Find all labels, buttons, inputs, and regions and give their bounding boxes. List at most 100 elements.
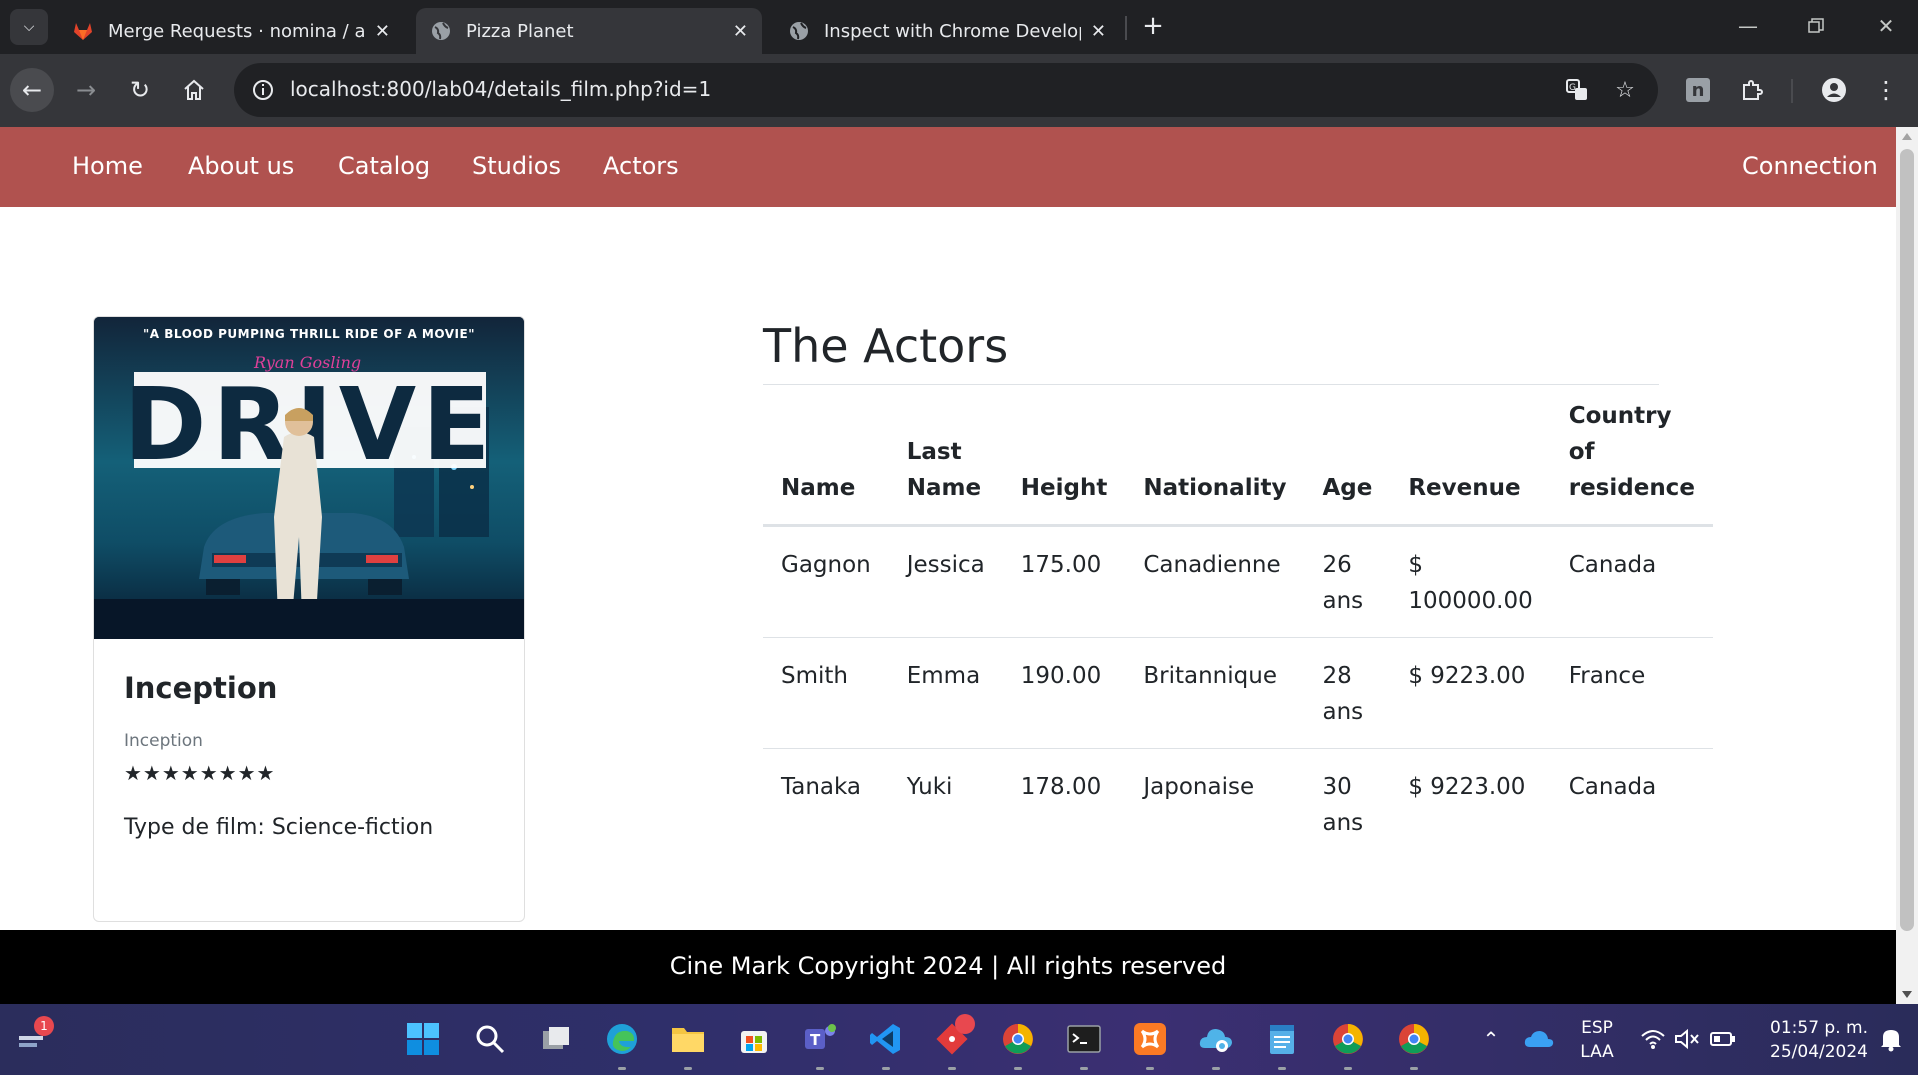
back-button[interactable]: ←: [10, 68, 54, 112]
scroll-up-icon[interactable]: [1902, 133, 1912, 140]
terminal-icon: [1067, 1025, 1101, 1053]
poster-tagline: "A BLOOD PUMPING THRILL RIDE OF A MOVIE": [143, 327, 475, 341]
nav-home[interactable]: Home: [72, 152, 143, 180]
minimize-button[interactable]: —: [1728, 8, 1768, 44]
windows-logo-icon: [407, 1023, 439, 1055]
tab-inspect-devtools[interactable]: Inspect with Chrome Developer ✕: [774, 8, 1120, 54]
col-last-name-line: Last: [906, 439, 962, 465]
page-scrollbar[interactable]: [1896, 127, 1918, 1004]
tab-title: Merge Requests · nomina / ang: [108, 20, 365, 42]
col-age: Age: [1304, 398, 1391, 527]
running-indicator: [1212, 1067, 1220, 1070]
close-icon[interactable]: ✕: [733, 21, 748, 42]
network-tool-app[interactable]: [1195, 1018, 1237, 1070]
poster-actor-name: Ryan Gosling: [254, 353, 362, 372]
tab-title: Inspect with Chrome Developer: [824, 20, 1081, 42]
task-view-icon: [543, 1027, 569, 1049]
task-view-button[interactable]: [535, 1018, 577, 1060]
bookmark-star-icon[interactable]: ☆: [1610, 75, 1640, 105]
site-navbar: Home About us Catalog Studios Actors Con…: [0, 127, 1896, 207]
search-icon: [476, 1025, 505, 1054]
tab-search-button[interactable]: ⌵: [10, 9, 48, 45]
table-row: Gagnon Jessica 175.00 Canadienne 26 ans …: [763, 525, 1713, 638]
restore-button[interactable]: [1796, 8, 1836, 44]
nav-actors[interactable]: Actors: [603, 152, 679, 180]
start-button[interactable]: [402, 1018, 444, 1060]
toolbar-separator: [1791, 79, 1793, 103]
close-window-button[interactable]: ✕: [1866, 8, 1906, 44]
close-icon[interactable]: ✕: [1091, 21, 1106, 42]
new-tab-button[interactable]: +: [1137, 10, 1169, 42]
col-country-line: Country: [1568, 403, 1672, 429]
cell-last-name: Jessica: [888, 525, 1003, 638]
globe-icon: [430, 20, 452, 42]
cell-age-unit: ans: [1322, 699, 1364, 725]
tab-pizza-planet[interactable]: Pizza Planet ✕: [416, 8, 762, 54]
address-bar[interactable]: localhost:800/lab04/details_film.php?id=…: [234, 63, 1658, 117]
site-info-icon[interactable]: [248, 75, 278, 105]
scroll-down-icon[interactable]: [1902, 991, 1912, 998]
nav-connection[interactable]: Connection: [1742, 152, 1878, 180]
cell-age-value: 30: [1322, 774, 1352, 800]
home-button[interactable]: [172, 68, 216, 112]
vscode-app[interactable]: [865, 1018, 907, 1070]
forward-button[interactable]: →: [64, 68, 108, 112]
cell-last-name: Emma: [888, 637, 1003, 749]
chrome-app-2[interactable]: [1327, 1018, 1369, 1070]
store-app[interactable]: [733, 1018, 775, 1060]
profile-icon: [1822, 78, 1846, 102]
translate-icon[interactable]: G: [1562, 75, 1592, 105]
show-hidden-icons-button[interactable]: ⌃: [1470, 1018, 1512, 1060]
url-text[interactable]: localhost:800/lab04/details_film.php?id=…: [290, 77, 711, 101]
reload-button[interactable]: ↻: [118, 68, 162, 112]
scroll-thumb[interactable]: [1900, 149, 1914, 931]
file-explorer-app[interactable]: [667, 1018, 709, 1070]
input-language-line2[interactable]: LAA: [1576, 1042, 1618, 1062]
svg-text:G: G: [1569, 83, 1576, 93]
close-icon[interactable]: ✕: [375, 21, 390, 42]
notifications-button[interactable]: [1870, 1018, 1912, 1060]
battery-button[interactable]: [1702, 1018, 1744, 1060]
browser-toolbar: ← → ↻ localhost:800/lab04/details_film.p…: [0, 54, 1918, 127]
input-language-line1[interactable]: ESP: [1576, 1018, 1618, 1038]
chrome-icon: [1333, 1024, 1363, 1054]
svg-text:T: T: [810, 1031, 821, 1049]
onedrive-icon: [1524, 1031, 1554, 1047]
edge-app[interactable]: [601, 1018, 643, 1070]
onedrive-button[interactable]: [1518, 1018, 1560, 1060]
search-button[interactable]: [469, 1018, 511, 1060]
profile-button[interactable]: [1812, 68, 1856, 112]
extension-n-button[interactable]: n: [1676, 68, 1720, 112]
volume-muted-icon: [1675, 1028, 1699, 1050]
notepad-app[interactable]: [1261, 1018, 1303, 1070]
clock-date[interactable]: 25/04/2024: [1752, 1042, 1868, 1062]
terminal-app[interactable]: [1063, 1018, 1105, 1070]
windows-taskbar: 1 T ⌃ ESP LAA 01:57 p. m. 25/04/2024: [0, 1004, 1918, 1075]
browser-tabstrip: ⌵ Merge Requests · nomina / ang ✕ Pizza …: [0, 0, 1918, 54]
running-indicator: [684, 1067, 692, 1070]
clock-time[interactable]: 01:57 p. m.: [1752, 1018, 1868, 1038]
chrome-app[interactable]: [997, 1018, 1039, 1070]
nav-studios[interactable]: Studios: [472, 152, 561, 180]
xampp-icon: [1134, 1023, 1166, 1055]
extensions-button[interactable]: [1730, 68, 1774, 112]
globe-icon: [788, 20, 810, 42]
chrome-app-3[interactable]: [1393, 1018, 1435, 1070]
battery-icon: [1710, 1032, 1735, 1046]
menu-button[interactable]: ⋮: [1864, 68, 1908, 112]
cell-last-name: Yuki: [906, 774, 953, 800]
cell-revenue: $ 9223.00: [1408, 774, 1526, 800]
git-app[interactable]: [931, 1014, 975, 1070]
tab-separator: [1125, 16, 1127, 40]
nav-catalog[interactable]: Catalog: [338, 152, 430, 180]
nav-about-us[interactable]: About us: [188, 152, 294, 180]
teams-app[interactable]: T: [799, 1018, 841, 1070]
tab-merge-requests[interactable]: Merge Requests · nomina / ang ✕: [58, 8, 404, 54]
app-badge-dot: [955, 1014, 975, 1034]
cell-age: 30 ans: [1304, 749, 1390, 860]
cell-revenue-amount: 100000.00: [1408, 588, 1533, 614]
notification-badge: 1: [34, 1016, 54, 1036]
widgets-button[interactable]: 1: [10, 1016, 54, 1060]
xampp-app[interactable]: [1129, 1018, 1171, 1070]
cell-age-value: 26: [1322, 552, 1352, 578]
